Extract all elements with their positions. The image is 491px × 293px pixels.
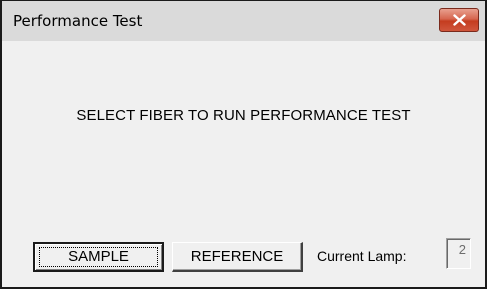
sample-button[interactable]: SAMPLE <box>33 242 164 272</box>
reference-button[interactable]: REFERENCE <box>172 242 303 272</box>
current-lamp-value: 2 <box>458 242 466 257</box>
performance-test-dialog: Performance Test SELECT FIBER TO RUN PER… <box>0 0 487 289</box>
sample-button-label: SAMPLE <box>68 248 129 265</box>
title-bar[interactable]: Performance Test <box>2 1 485 42</box>
instruction-message: SELECT FIBER TO RUN PERFORMANCE TEST <box>76 107 411 124</box>
current-lamp-label: Current Lamp: <box>317 248 407 264</box>
dialog-content: SELECT FIBER TO RUN PERFORMANCE TEST SAM… <box>2 41 485 287</box>
window-title: Performance Test <box>13 12 143 30</box>
close-icon <box>453 14 466 26</box>
reference-button-label: REFERENCE <box>190 248 284 265</box>
close-button[interactable] <box>439 8 479 32</box>
current-lamp-field: 2 <box>446 238 471 269</box>
